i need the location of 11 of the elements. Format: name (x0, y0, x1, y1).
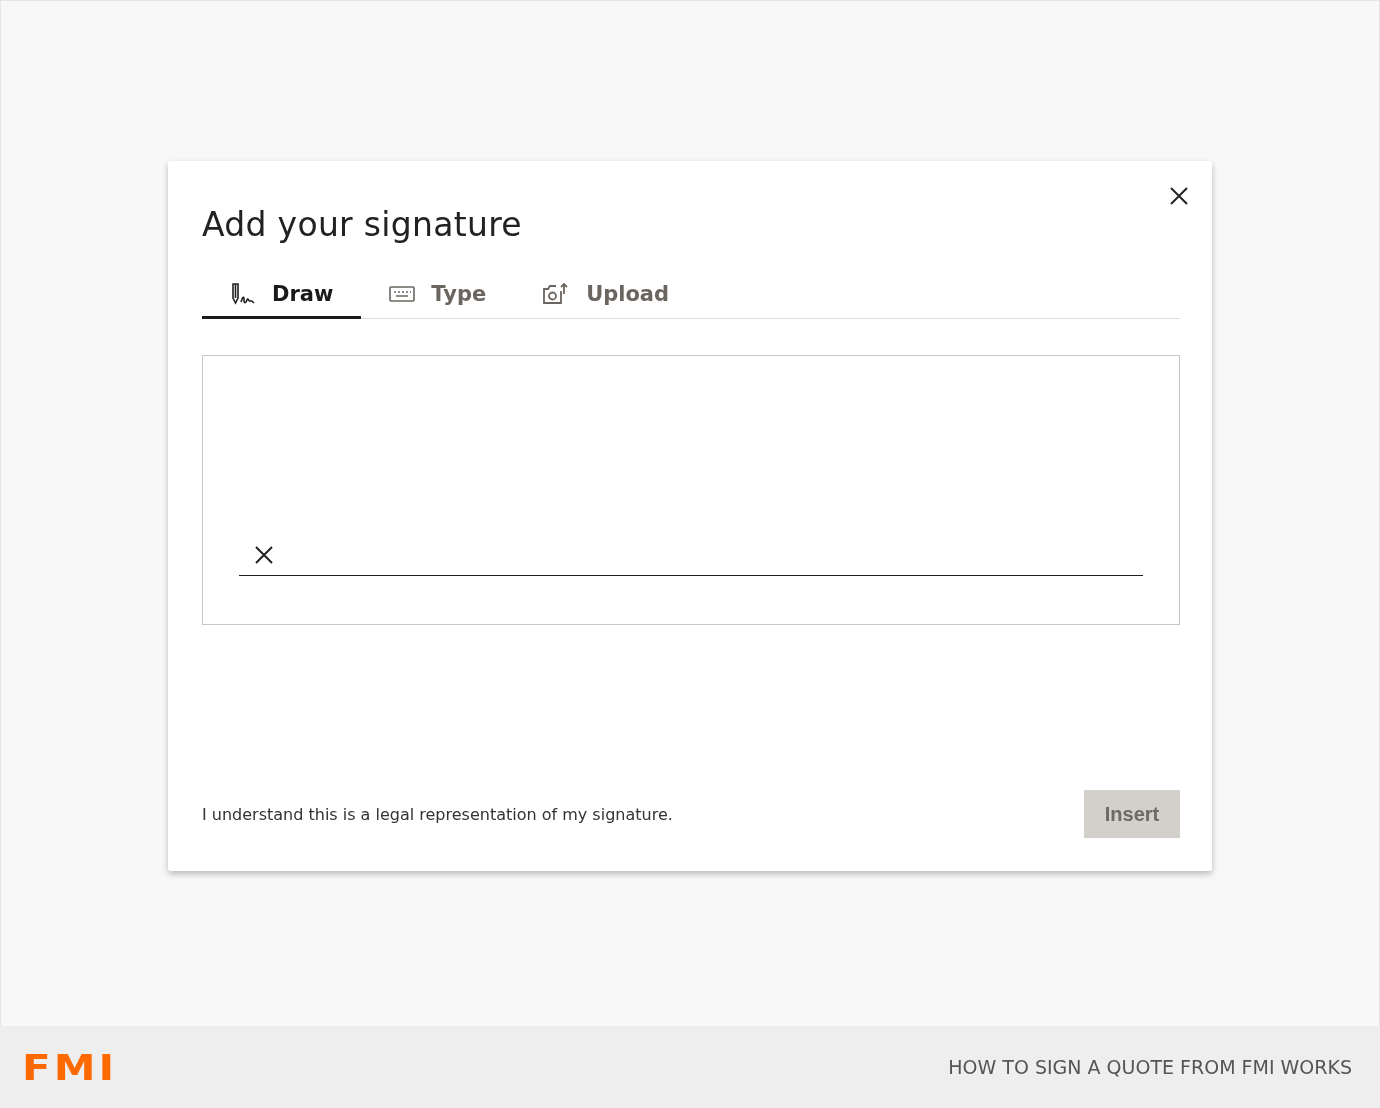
tab[interactable]: Draw (202, 282, 362, 319)
footer-caption: HOW TO SIGN A QUOTE FROM FMI WORKS (948, 1056, 1352, 1078)
consent-text: I understand this is a legal representation of my signature. (202, 804, 673, 824)
tab[interactable]: Type (361, 282, 515, 319)
pen-signature-icon (230, 282, 256, 306)
clear-icon[interactable] (253, 544, 275, 566)
keyboard-icon (389, 285, 416, 303)
logo: FMI (22, 1046, 118, 1088)
dialog-title: Add your signature (202, 205, 523, 244)
close-icon[interactable] (1168, 185, 1190, 207)
tab[interactable]: Upload (514, 282, 698, 319)
